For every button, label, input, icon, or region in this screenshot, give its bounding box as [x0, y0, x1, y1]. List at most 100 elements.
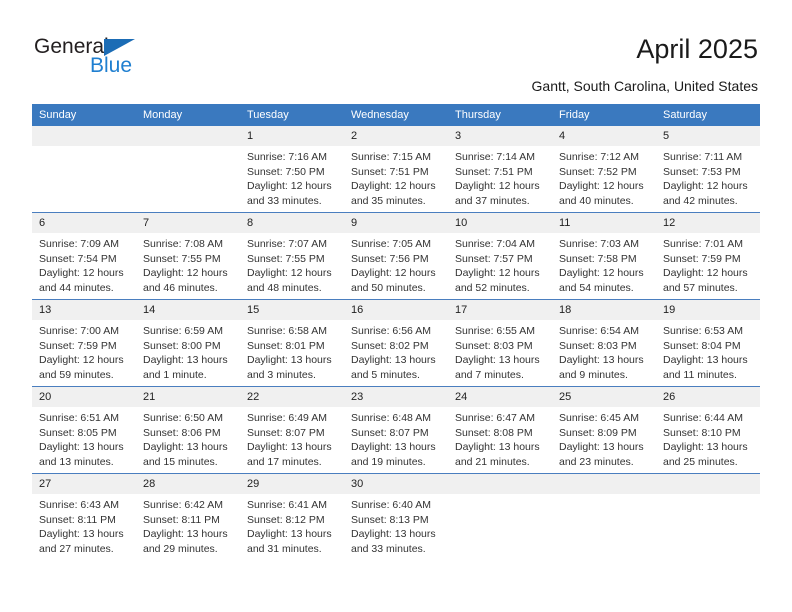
- day-cell[interactable]: 9 Sunrise: 7:05 AM Sunset: 7:56 PM Dayli…: [344, 212, 448, 300]
- day-cell[interactable]: 11 Sunrise: 7:03 AM Sunset: 7:58 PM Dayl…: [552, 212, 656, 300]
- day-number: 11: [552, 213, 656, 233]
- daylight-text-line1: Daylight: 12 hours: [455, 267, 540, 279]
- day-cell[interactable]: 26 Sunrise: 6:44 AM Sunset: 8:10 PM Dayl…: [656, 386, 760, 474]
- sunrise-text: Sunrise: 6:53 AM: [663, 325, 743, 337]
- day-cell[interactable]: 29 Sunrise: 6:41 AM Sunset: 8:12 PM Dayl…: [240, 473, 344, 560]
- daylight-text-line2: and 40 minutes.: [559, 194, 634, 207]
- day-details: Sunrise: 7:00 AM Sunset: 7:59 PM Dayligh…: [32, 320, 136, 382]
- day-cell[interactable]: 15 Sunrise: 6:58 AM Sunset: 8:01 PM Dayl…: [240, 299, 344, 387]
- day-cell[interactable]: 25 Sunrise: 6:45 AM Sunset: 8:09 PM Dayl…: [552, 386, 656, 474]
- day-cell[interactable]: 13 Sunrise: 7:00 AM Sunset: 7:59 PM Dayl…: [32, 299, 136, 387]
- day-details: Sunrise: 6:56 AM Sunset: 8:02 PM Dayligh…: [344, 320, 448, 382]
- day-cell[interactable]: 3 Sunrise: 7:14 AM Sunset: 7:51 PM Dayli…: [448, 126, 552, 213]
- day-cell[interactable]: 20 Sunrise: 6:51 AM Sunset: 8:05 PM Dayl…: [32, 386, 136, 474]
- day-cell[interactable]: 22 Sunrise: 6:49 AM Sunset: 8:07 PM Dayl…: [240, 386, 344, 474]
- day-details: Sunrise: 6:49 AM Sunset: 8:07 PM Dayligh…: [240, 407, 344, 469]
- day-cell[interactable]: 18 Sunrise: 6:54 AM Sunset: 8:03 PM Dayl…: [552, 299, 656, 387]
- sunset-text: Sunset: 8:11 PM: [143, 513, 220, 526]
- sunrise-text: Sunrise: 6:50 AM: [143, 412, 223, 424]
- calendar-week-row: 1 Sunrise: 7:16 AM Sunset: 7:50 PM Dayli…: [32, 126, 760, 213]
- weekday-header-saturday: Saturday: [656, 104, 760, 126]
- day-details: Sunrise: 7:03 AM Sunset: 7:58 PM Dayligh…: [552, 233, 656, 295]
- day-details: Sunrise: 6:44 AM Sunset: 8:10 PM Dayligh…: [656, 407, 760, 469]
- day-cell[interactable]: 14 Sunrise: 6:59 AM Sunset: 8:00 PM Dayl…: [136, 299, 240, 387]
- sunset-text: Sunset: 8:06 PM: [143, 426, 221, 439]
- day-cell[interactable]: 23 Sunrise: 6:48 AM Sunset: 8:07 PM Dayl…: [344, 386, 448, 474]
- daylight-text-line1: Daylight: 12 hours: [39, 354, 124, 366]
- daylight-text-line2: and 5 minutes.: [351, 368, 420, 381]
- day-cell[interactable]: 4 Sunrise: 7:12 AM Sunset: 7:52 PM Dayli…: [552, 126, 656, 213]
- daylight-text-line2: and 48 minutes.: [247, 281, 322, 294]
- daylight-text-line2: and 9 minutes.: [559, 368, 628, 381]
- day-cell[interactable]: 8 Sunrise: 7:07 AM Sunset: 7:55 PM Dayli…: [240, 212, 344, 300]
- daylight-text-line1: Daylight: 13 hours: [143, 354, 228, 366]
- day-cell[interactable]: 21 Sunrise: 6:50 AM Sunset: 8:06 PM Dayl…: [136, 386, 240, 474]
- daylight-text-line1: Daylight: 13 hours: [39, 528, 124, 540]
- daylight-text-line1: Daylight: 13 hours: [455, 441, 540, 453]
- sunrise-text: Sunrise: 7:00 AM: [39, 325, 119, 337]
- daylight-text-line1: Daylight: 12 hours: [351, 180, 436, 192]
- sunset-text: Sunset: 8:00 PM: [143, 339, 221, 352]
- day-number: 19: [656, 300, 760, 320]
- sunset-text: Sunset: 7:54 PM: [39, 252, 117, 265]
- sunset-text: Sunset: 7:58 PM: [559, 252, 637, 265]
- day-number: 7: [136, 213, 240, 233]
- day-cell: [552, 473, 656, 560]
- sunrise-text: Sunrise: 7:07 AM: [247, 238, 327, 250]
- day-number: 21: [136, 387, 240, 407]
- page-title: April 2025: [636, 34, 758, 64]
- sunset-text: Sunset: 7:52 PM: [559, 165, 637, 178]
- daylight-text-line2: and 15 minutes.: [143, 455, 218, 468]
- sunrise-text: Sunrise: 7:12 AM: [559, 151, 639, 163]
- day-cell[interactable]: 27 Sunrise: 6:43 AM Sunset: 8:11 PM Dayl…: [32, 473, 136, 560]
- daylight-text-line2: and 54 minutes.: [559, 281, 634, 294]
- day-details: Sunrise: 7:07 AM Sunset: 7:55 PM Dayligh…: [240, 233, 344, 295]
- day-cell[interactable]: 1 Sunrise: 7:16 AM Sunset: 7:50 PM Dayli…: [240, 126, 344, 213]
- day-cell[interactable]: 16 Sunrise: 6:56 AM Sunset: 8:02 PM Dayl…: [344, 299, 448, 387]
- day-cell[interactable]: 28 Sunrise: 6:42 AM Sunset: 8:11 PM Dayl…: [136, 473, 240, 560]
- day-cell[interactable]: 17 Sunrise: 6:55 AM Sunset: 8:03 PM Dayl…: [448, 299, 552, 387]
- day-details: Sunrise: 7:14 AM Sunset: 7:51 PM Dayligh…: [448, 146, 552, 208]
- day-number: 6: [32, 213, 136, 233]
- day-details: Sunrise: 6:58 AM Sunset: 8:01 PM Dayligh…: [240, 320, 344, 382]
- day-cell[interactable]: 24 Sunrise: 6:47 AM Sunset: 8:08 PM Dayl…: [448, 386, 552, 474]
- sunset-text: Sunset: 7:53 PM: [663, 165, 741, 178]
- day-cell[interactable]: 19 Sunrise: 6:53 AM Sunset: 8:04 PM Dayl…: [656, 299, 760, 387]
- day-number: [552, 474, 656, 494]
- daylight-text-line1: Daylight: 12 hours: [351, 267, 436, 279]
- day-cell[interactable]: 6 Sunrise: 7:09 AM Sunset: 7:54 PM Dayli…: [32, 212, 136, 300]
- day-cell[interactable]: 7 Sunrise: 7:08 AM Sunset: 7:55 PM Dayli…: [136, 212, 240, 300]
- sunrise-text: Sunrise: 6:56 AM: [351, 325, 431, 337]
- generalblue-logo: General Blue: [34, 36, 214, 82]
- day-cell[interactable]: 12 Sunrise: 7:01 AM Sunset: 7:59 PM Dayl…: [656, 212, 760, 300]
- day-number: 28: [136, 474, 240, 494]
- daylight-text-line2: and 57 minutes.: [663, 281, 738, 294]
- calendar-page: General Blue April 2025 Gantt, South Car…: [0, 0, 792, 612]
- sunset-text: Sunset: 8:03 PM: [559, 339, 637, 352]
- daylight-text-line2: and 27 minutes.: [39, 542, 114, 555]
- day-details: Sunrise: 7:12 AM Sunset: 7:52 PM Dayligh…: [552, 146, 656, 208]
- weekday-header-tuesday: Tuesday: [240, 104, 344, 126]
- day-cell[interactable]: 2 Sunrise: 7:15 AM Sunset: 7:51 PM Dayli…: [344, 126, 448, 213]
- day-number: 12: [656, 213, 760, 233]
- day-number: 30: [344, 474, 448, 494]
- day-details: Sunrise: 6:40 AM Sunset: 8:13 PM Dayligh…: [344, 494, 448, 556]
- daylight-text-line2: and 1 minute.: [143, 368, 207, 381]
- day-number: 1: [240, 126, 344, 146]
- sunset-text: Sunset: 8:07 PM: [247, 426, 325, 439]
- day-number: 17: [448, 300, 552, 320]
- daylight-text-line1: Daylight: 13 hours: [663, 441, 748, 453]
- weekday-header-sunday: Sunday: [32, 104, 136, 126]
- weekday-header-friday: Friday: [552, 104, 656, 126]
- day-details: Sunrise: 6:48 AM Sunset: 8:07 PM Dayligh…: [344, 407, 448, 469]
- day-cell[interactable]: 10 Sunrise: 7:04 AM Sunset: 7:57 PM Dayl…: [448, 212, 552, 300]
- daylight-text-line2: and 46 minutes.: [143, 281, 218, 294]
- day-number: 29: [240, 474, 344, 494]
- day-cell[interactable]: 5 Sunrise: 7:11 AM Sunset: 7:53 PM Dayli…: [656, 126, 760, 213]
- day-number: 15: [240, 300, 344, 320]
- sunrise-text: Sunrise: 6:47 AM: [455, 412, 535, 424]
- sunset-text: Sunset: 8:05 PM: [39, 426, 117, 439]
- daylight-text-line2: and 29 minutes.: [143, 542, 218, 555]
- day-cell[interactable]: 30 Sunrise: 6:40 AM Sunset: 8:13 PM Dayl…: [344, 473, 448, 560]
- sunrise-text: Sunrise: 6:40 AM: [351, 499, 431, 511]
